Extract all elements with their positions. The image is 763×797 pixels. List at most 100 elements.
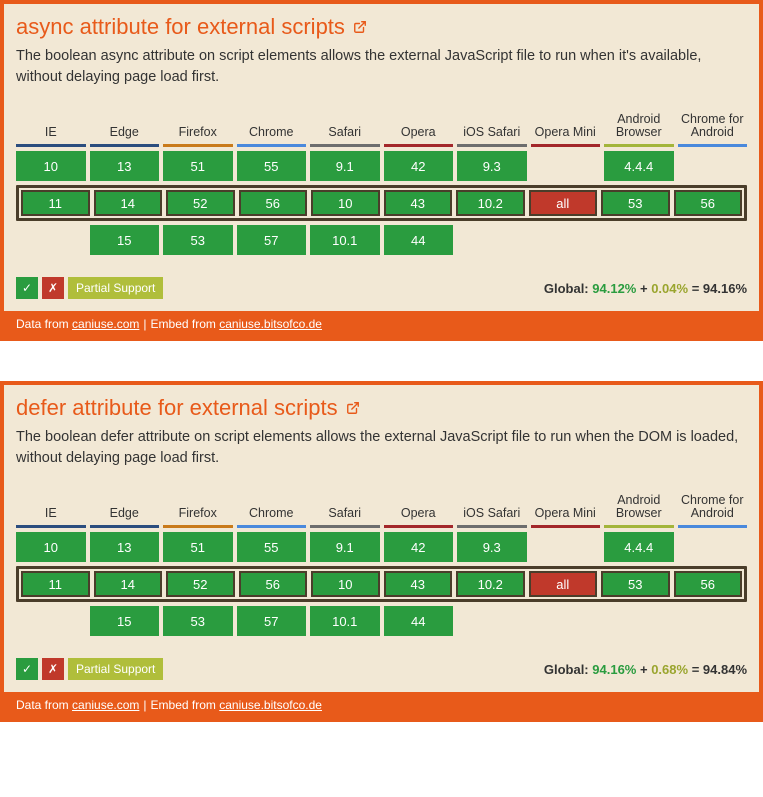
footer-sep: |: [143, 317, 146, 331]
footer-data-from: Data from: [16, 698, 69, 712]
footer-bitsofco-link[interactable]: caniuse.bitsofco.de: [219, 698, 322, 712]
legend-unsupported-icon[interactable]: ✗: [42, 658, 64, 680]
version-cell[interactable]: 15: [90, 225, 160, 255]
browser-header-label: Android Browser: [604, 113, 674, 141]
version-cell-current[interactable]: 14: [94, 190, 163, 216]
version-cell: [16, 225, 86, 255]
footer-caniuse-link[interactable]: caniuse.com: [72, 317, 139, 331]
version-cell[interactable]: 51: [163, 532, 233, 562]
panel-footer: Data from caniuse.com | Embed from caniuse…: [4, 692, 759, 718]
version-cell-current[interactable]: 56: [239, 190, 308, 216]
legend-partial-chip[interactable]: Partial Support: [68, 658, 163, 680]
legend-unsupported-icon[interactable]: ✗: [42, 277, 64, 299]
version-cell-current[interactable]: all: [529, 190, 598, 216]
external-link-icon: [346, 401, 360, 415]
version-cell-current[interactable]: 53: [601, 571, 670, 597]
browser-header-label: Firefox: [179, 507, 217, 521]
browser-header-label: IE: [45, 507, 57, 521]
support-grid: IEEdgeFirefoxChromeSafariOperaiOS Safari…: [16, 104, 747, 255]
panel-title-text: defer attribute for external scripts: [16, 395, 338, 421]
version-cell-current[interactable]: 11: [21, 190, 90, 216]
browser-header-label: Safari: [328, 507, 361, 521]
version-cell-current[interactable]: 53: [601, 190, 670, 216]
version-cell-current[interactable]: 10: [311, 190, 380, 216]
panel-title-link[interactable]: async attribute for external scripts: [16, 14, 367, 40]
panel-body: defer attribute for external scriptsThe …: [4, 385, 759, 692]
browser-header-ab: Android Browser: [604, 485, 674, 528]
version-cell-current[interactable]: 11: [21, 571, 90, 597]
browser-header-label: Chrome for Android: [678, 494, 748, 522]
version-cell[interactable]: 4.4.4: [604, 151, 674, 181]
panel-title: defer attribute for external scripts: [16, 395, 747, 421]
version-cell: [678, 151, 748, 181]
version-cell[interactable]: 44: [384, 606, 454, 636]
version-cell[interactable]: 55: [237, 151, 307, 181]
version-cell-current[interactable]: 10.2: [456, 190, 525, 216]
browser-header-label: iOS Safari: [463, 126, 520, 140]
version-cell-current[interactable]: 52: [166, 190, 235, 216]
browser-header-cfa: Chrome for Android: [678, 104, 748, 147]
version-cell-current[interactable]: 14: [94, 571, 163, 597]
browser-header-label: Chrome: [249, 507, 293, 521]
version-cell[interactable]: 9.1: [310, 151, 380, 181]
version-cell[interactable]: 9.3: [457, 151, 527, 181]
footer-caniuse-link[interactable]: caniuse.com: [72, 698, 139, 712]
version-cell[interactable]: 15: [90, 606, 160, 636]
version-cell: [604, 225, 674, 255]
version-cell[interactable]: 9.3: [457, 532, 527, 562]
footer-embed-from: Embed from: [151, 698, 216, 712]
version-cell-current[interactable]: 56: [674, 571, 743, 597]
version-cell[interactable]: 10.1: [310, 225, 380, 255]
footer-bitsofco-link[interactable]: caniuse.bitsofco.de: [219, 317, 322, 331]
browser-header-label: Chrome for Android: [678, 113, 748, 141]
version-cell[interactable]: 13: [90, 532, 160, 562]
version-cell[interactable]: 42: [384, 151, 454, 181]
global-label: Global:: [544, 281, 589, 296]
version-cell[interactable]: 44: [384, 225, 454, 255]
panel-title-link[interactable]: defer attribute for external scripts: [16, 395, 360, 421]
version-cell[interactable]: 57: [237, 225, 307, 255]
version-cell[interactable]: 51: [163, 151, 233, 181]
version-cell-current[interactable]: 56: [239, 571, 308, 597]
global-stat: Global: 94.12% + 0.04% = 94.16%: [544, 281, 747, 296]
browser-header-ch: Chrome: [237, 104, 307, 147]
version-cell: [678, 225, 748, 255]
version-cell-current[interactable]: 56: [674, 190, 743, 216]
panel-title: async attribute for external scripts: [16, 14, 747, 40]
version-cell: [457, 225, 527, 255]
version-cell[interactable]: 53: [163, 225, 233, 255]
version-cell[interactable]: 9.1: [310, 532, 380, 562]
version-cell[interactable]: 57: [237, 606, 307, 636]
legend-left: ✓✗Partial Support: [16, 277, 163, 299]
browser-header-cfa: Chrome for Android: [678, 485, 748, 528]
global-olive: 0.04%: [651, 281, 688, 296]
browser-header-ios: iOS Safari: [457, 485, 527, 528]
version-cell[interactable]: 10.1: [310, 606, 380, 636]
version-cell[interactable]: 10: [16, 151, 86, 181]
version-cell[interactable]: 13: [90, 151, 160, 181]
legend-supported-icon[interactable]: ✓: [16, 658, 38, 680]
global-green: 94.12%: [592, 281, 636, 296]
version-cell-current[interactable]: 43: [384, 190, 453, 216]
version-cell-current[interactable]: 43: [384, 571, 453, 597]
version-cell[interactable]: 53: [163, 606, 233, 636]
browser-header-sa: Safari: [310, 485, 380, 528]
browser-header-op: Opera: [384, 104, 454, 147]
version-cell[interactable]: 4.4.4: [604, 532, 674, 562]
version-cell-current[interactable]: all: [529, 571, 598, 597]
browser-header-label: Opera: [401, 126, 436, 140]
panel-body: async attribute for external scriptsThe …: [4, 4, 759, 311]
panel-footer: Data from caniuse.com|Embed from caniuse…: [4, 311, 759, 337]
browser-header-ff: Firefox: [163, 485, 233, 528]
footer-sep: |: [143, 698, 146, 712]
version-cell[interactable]: 55: [237, 532, 307, 562]
version-cell-current[interactable]: 52: [166, 571, 235, 597]
global-label: Global:: [544, 662, 589, 677]
legend-partial-chip[interactable]: Partial Support: [68, 277, 163, 299]
version-cell-current[interactable]: 10: [311, 571, 380, 597]
version-cell[interactable]: 10: [16, 532, 86, 562]
legend-supported-icon[interactable]: ✓: [16, 277, 38, 299]
browser-header-ab: Android Browser: [604, 104, 674, 147]
version-cell-current[interactable]: 10.2: [456, 571, 525, 597]
version-cell[interactable]: 42: [384, 532, 454, 562]
